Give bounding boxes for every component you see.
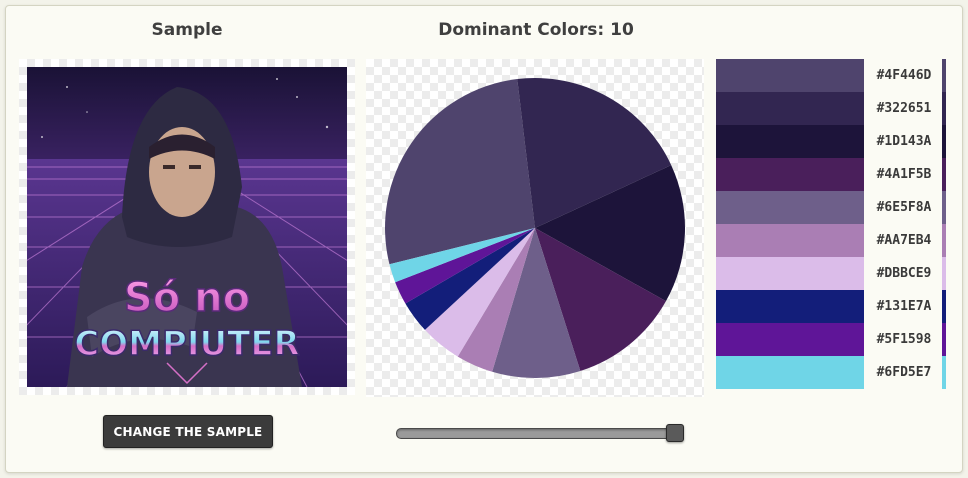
swatch-row[interactable]: #4A1F5B [716,158,948,191]
swatch-color-strip [942,191,946,224]
swatch-row[interactable]: #AA7EB4 [716,224,948,257]
slider-track[interactable] [396,428,684,439]
swatch-color-block[interactable] [716,158,864,191]
swatch-row[interactable]: #5F1598 [716,323,948,356]
swatch-hex-label: #5F1598 [876,332,932,347]
swatch-row[interactable]: #1D143A [716,125,948,158]
dominant-colors-heading: Dominant Colors: 10 [438,20,634,40]
sample-image-text-line2: COMPIUTER [74,324,299,364]
swatch-hex-label: #6FD5E7 [876,365,932,380]
color-count-slider[interactable] [396,424,684,442]
dominant-colors-pie-chart [385,78,686,379]
swatch-color-block[interactable] [716,257,864,290]
swatch-color-strip [942,59,946,92]
swatch-color-block[interactable] [716,323,864,356]
change-sample-button[interactable]: CHANGE THE SAMPLE [103,415,273,448]
swatch-hex-label: #4A1F5B [876,167,932,182]
sample-image: Só no COMPIUTER [27,67,347,387]
slider-thumb[interactable] [666,424,684,442]
swatch-color-strip [942,323,946,356]
swatch-hex-label: #322651 [876,101,932,116]
pie-chart-frame [366,59,704,397]
swatch-color-block[interactable] [716,224,864,257]
swatch-hex-label: #6E5F8A [876,200,932,215]
color-swatch-list: #4F446D #322651 #1D143A #4A1F5B #6E5F8A … [716,59,948,389]
swatch-color-strip [942,356,946,389]
swatch-color-block[interactable] [716,356,864,389]
swatch-color-strip [942,92,946,125]
swatch-row[interactable]: #DBBCE9 [716,257,948,290]
swatch-row[interactable]: #6E5F8A [716,191,948,224]
swatch-hex-label: #DBBCE9 [876,266,932,281]
swatch-row[interactable]: #322651 [716,92,948,125]
swatch-color-block[interactable] [716,92,864,125]
swatch-color-strip [942,224,946,257]
swatch-row[interactable]: #6FD5E7 [716,356,948,389]
swatch-hex-label: #4F446D [876,68,932,83]
swatch-color-strip [942,125,946,158]
swatch-color-strip [942,158,946,191]
swatch-hex-label: #1D143A [876,134,932,149]
swatch-color-strip [942,257,946,290]
swatch-row[interactable]: #131E7A [716,290,948,323]
swatch-hex-label: #131E7A [876,299,932,314]
swatch-hex-label: #AA7EB4 [876,233,932,248]
swatch-color-block[interactable] [716,125,864,158]
swatch-color-block[interactable] [716,191,864,224]
swatch-color-block[interactable] [716,59,864,92]
sample-image-text-line1: Só no [124,275,250,321]
swatch-color-strip [942,290,946,323]
swatch-row[interactable]: #4F446D [716,59,948,92]
swatch-color-block[interactable] [716,290,864,323]
sample-image-frame: Só no COMPIUTER [19,59,355,395]
sample-heading: Sample [151,20,223,40]
